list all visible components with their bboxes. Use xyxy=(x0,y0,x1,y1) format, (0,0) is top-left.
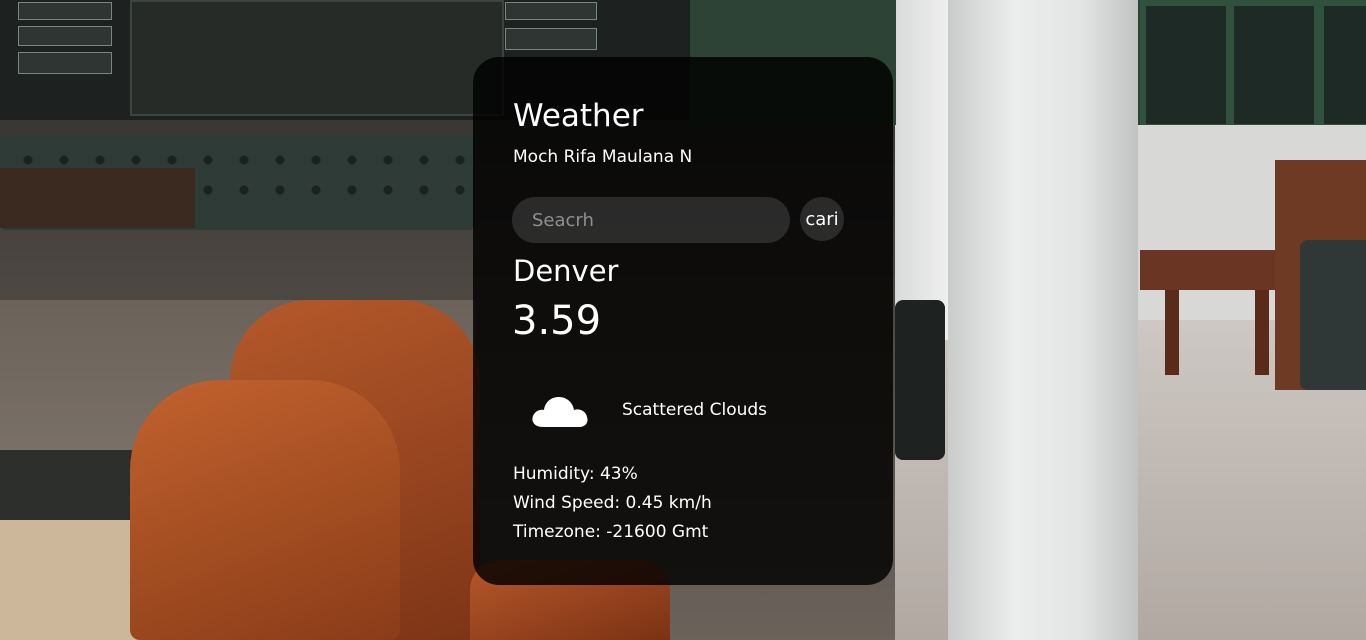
background-bench-leg xyxy=(1255,290,1269,375)
background-bench-leg xyxy=(1165,290,1179,375)
background-window xyxy=(1228,0,1320,130)
weather-description: Scattered Clouds xyxy=(622,400,768,420)
background-pillar xyxy=(948,0,1138,640)
page-background: Weather Moch Rifa Maulana N cari Denver … xyxy=(0,0,1366,640)
timezone-value: Timezone: -21600 Gmt xyxy=(513,522,709,542)
background-shelf xyxy=(130,0,504,116)
background-sign xyxy=(505,28,597,50)
cloud-icon xyxy=(532,397,588,427)
weather-card: Weather Moch Rifa Maulana N cari Denver … xyxy=(473,57,893,585)
background-counter-top xyxy=(0,450,140,520)
background-bench xyxy=(1140,250,1280,290)
background-window xyxy=(1318,0,1366,130)
background-sign xyxy=(18,2,112,20)
background-window xyxy=(1140,0,1232,130)
background-table xyxy=(0,168,195,228)
background-sign xyxy=(505,2,597,20)
temperature: 3.59 xyxy=(512,298,602,344)
background-sign xyxy=(18,26,112,46)
background-armchair xyxy=(1300,240,1366,390)
search-input[interactable] xyxy=(512,197,790,243)
wind-speed-value: Wind Speed: 0.45 km/h xyxy=(513,493,712,513)
app-title: Weather xyxy=(513,98,644,134)
background-chair xyxy=(895,300,945,460)
humidity-value: Humidity: 43% xyxy=(513,464,638,484)
city-name: Denver xyxy=(513,254,619,288)
weather-condition: Scattered Clouds xyxy=(529,391,869,431)
search-button[interactable]: cari xyxy=(800,197,844,241)
background-sign xyxy=(18,52,112,74)
author-name: Moch Rifa Maulana N xyxy=(513,147,693,167)
background-pillar xyxy=(896,0,948,340)
background-armchair xyxy=(130,380,400,640)
